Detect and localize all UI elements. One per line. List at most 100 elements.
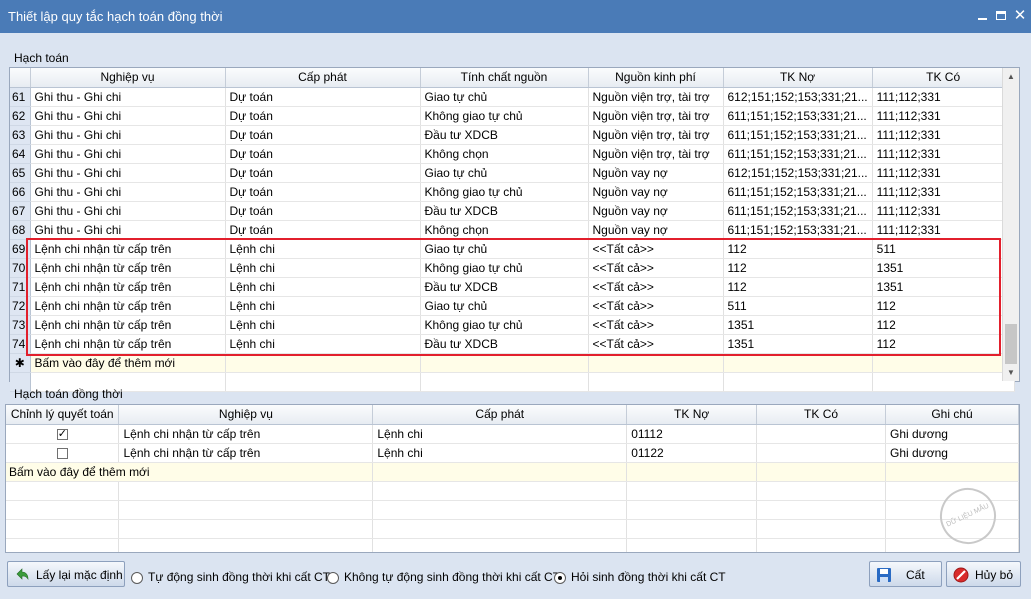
radio-button[interactable] (131, 571, 143, 584)
table-cell[interactable]: 111;112;331 (872, 182, 1015, 202)
table-cell[interactable]: Lệnh chi (225, 334, 421, 354)
close-button[interactable]: ✕ (1010, 6, 1030, 26)
table-cell[interactable]: 01112 (626, 424, 758, 444)
radio-option[interactable]: Tự động sinh đồng thời khi cất CT (131, 570, 330, 586)
table-cell[interactable]: 112 (723, 277, 873, 297)
table-cell[interactable]: 112 (872, 334, 1015, 354)
table-cell[interactable]: Lệnh chi (225, 277, 421, 297)
add-new-row-text[interactable]: Bấm vào đây để thêm mới (6, 462, 374, 482)
table-cell[interactable]: Giao tự chủ (420, 296, 589, 316)
table-cell[interactable]: Ghi thu - Ghi chi (30, 87, 226, 107)
column-header[interactable]: TK Có (872, 68, 1015, 88)
table-cell[interactable]: Ghi dương (885, 443, 1019, 463)
adjustment-cell[interactable] (6, 443, 120, 463)
table-cell[interactable]: Dự toán (225, 201, 421, 221)
table-cell[interactable]: Lệnh chi nhận từ cấp trên (30, 277, 226, 297)
table-cell[interactable]: Nguồn viện trợ, tài trợ (588, 87, 724, 107)
table-row[interactable]: 72 Lệnh chi nhận từ cấp trên Lệnh chi Giao … (10, 296, 1015, 316)
column-header[interactable]: Nghiệp vụ (118, 405, 374, 425)
radio-button[interactable] (327, 571, 339, 584)
table-cell[interactable]: 111;112;331 (872, 201, 1015, 221)
table-cell[interactable]: Dự toán (225, 163, 421, 183)
table-cell[interactable]: Dự toán (225, 87, 421, 107)
table-cell[interactable]: 112 (723, 239, 873, 259)
scroll-thumb[interactable] (1005, 324, 1017, 364)
table-cell[interactable]: Lệnh chi (372, 443, 628, 463)
table-cell[interactable]: Nguồn vay nợ (588, 182, 724, 202)
radio-option[interactable]: Hỏi sinh đồng thời khi cất CT (554, 570, 726, 586)
adjustment-cell[interactable] (6, 424, 120, 444)
table-cell[interactable]: Giao tự chủ (420, 87, 589, 107)
table-cell[interactable]: 511 (723, 296, 873, 316)
accounting-grid-scrollbar[interactable]: ▲ ▼ (1002, 68, 1019, 381)
table-cell[interactable]: 612;151;152;153;331;21... (723, 163, 873, 183)
column-header[interactable]: Nghiệp vụ (30, 68, 226, 88)
table-row[interactable]: 71 Lệnh chi nhận từ cấp trên Lệnh chi Đầu t… (10, 277, 1015, 297)
table-cell[interactable]: Không chọn (420, 144, 589, 164)
table-cell[interactable]: Giao tự chủ (420, 163, 589, 183)
table-row[interactable]: 69 Lệnh chi nhận từ cấp trên Lệnh chi Giao … (10, 239, 1015, 259)
column-header[interactable]: Nguồn kinh phí (588, 68, 724, 88)
table-cell[interactable]: Nguồn viện trợ, tài trợ (588, 125, 724, 145)
table-cell[interactable] (420, 353, 589, 373)
maximize-button[interactable] (991, 6, 1011, 26)
table-cell[interactable]: Lệnh chi nhận từ cấp trên (118, 443, 374, 463)
table-cell[interactable]: 01122 (626, 443, 758, 463)
table-cell[interactable]: Nguồn vay nợ (588, 201, 724, 221)
table-cell[interactable]: Lệnh chi (225, 258, 421, 278)
table-cell[interactable] (588, 353, 724, 373)
table-cell[interactable]: Lệnh chi nhận từ cấp trên (30, 334, 226, 354)
table-cell[interactable]: 112 (872, 315, 1015, 335)
table-cell[interactable]: <<Tất cả>> (588, 296, 724, 316)
table-cell[interactable]: <<Tất cả>> (588, 334, 724, 354)
table-row[interactable]: Lệnh chi nhận từ cấp trên Lệnh chi 01122 Gh… (6, 443, 1019, 463)
table-cell[interactable]: Ghi thu - Ghi chi (30, 163, 226, 183)
table-cell[interactable]: 611;151;152;153;331;21... (723, 201, 873, 221)
table-cell[interactable]: 111;112;331 (872, 220, 1015, 240)
table-cell[interactable]: Giao tự chủ (420, 239, 589, 259)
table-cell[interactable]: Nguồn viện trợ, tài trợ (588, 106, 724, 126)
table-cell[interactable]: <<Tất cả>> (588, 315, 724, 335)
table-row[interactable]: 70 Lệnh chi nhận từ cấp trên Lệnh chi Không… (10, 258, 1015, 278)
table-cell[interactable]: 612;151;152;153;331;21... (723, 87, 873, 107)
table-row[interactable]: Lệnh chi nhận từ cấp trênLệnh chi01112 Gh… (6, 424, 1019, 444)
table-row[interactable]: 73 Lệnh chi nhận từ cấp trên Lệnh chi Không… (10, 315, 1015, 335)
table-cell[interactable]: Lệnh chi (372, 424, 628, 444)
table-cell[interactable]: <<Tất cả>> (588, 277, 724, 297)
table-row[interactable]: 63 Ghi thu - Ghi chi Dự toán Đầu tư XDCB Ngu… (10, 125, 1015, 145)
table-cell[interactable]: 112 (872, 296, 1015, 316)
table-cell[interactable]: Không giao tự chủ (420, 106, 589, 126)
radio-option[interactable]: Không tự động sinh đồng thời khi cất CT (327, 570, 560, 586)
table-cell[interactable]: Ghi dương (885, 424, 1019, 444)
table-cell[interactable] (723, 353, 873, 373)
table-row[interactable]: 74 Lệnh chi nhận từ cấp trên Lệnh chi Đầu t… (10, 334, 1015, 354)
table-cell[interactable]: Dự toán (225, 106, 421, 126)
table-cell[interactable]: Nguồn vay nợ (588, 163, 724, 183)
table-row[interactable]: 67 Ghi thu - Ghi chi Dự toán Đầu tư XDCB Ngu… (10, 201, 1015, 221)
adjustment-checkbox[interactable] (56, 427, 68, 440)
table-cell[interactable]: 611;151;152;153;331;21... (723, 182, 873, 202)
table-cell[interactable]: Đầu tư XDCB (420, 125, 589, 145)
accounting-grid[interactable]: Nghiệp vụ Cấp phát Tính chất nguồn Nguồn ki… (9, 67, 1020, 392)
table-cell[interactable]: 111;112;331 (872, 87, 1015, 107)
table-cell[interactable]: Không giao tự chủ (420, 315, 589, 335)
table-cell[interactable] (756, 424, 886, 444)
table-cell[interactable]: Lệnh chi nhận từ cấp trên (118, 424, 374, 444)
table-cell[interactable]: Lệnh chi nhận từ cấp trên (30, 258, 226, 278)
table-cell[interactable]: Không chọn (420, 220, 589, 240)
table-cell[interactable] (756, 443, 886, 463)
table-cell[interactable]: Đầu tư XDCB (420, 334, 589, 354)
table-cell[interactable]: Dự toán (225, 182, 421, 202)
minimize-button[interactable] (972, 6, 992, 26)
column-header[interactable]: Cấp phát (372, 405, 628, 425)
table-cell[interactable]: 111;112;331 (872, 144, 1015, 164)
table-cell[interactable]: 511 (872, 239, 1015, 259)
table-cell[interactable]: <<Tất cả>> (588, 239, 724, 259)
table-cell[interactable]: 111;112;331 (872, 163, 1015, 183)
table-cell[interactable]: Lệnh chi (225, 315, 421, 335)
table-cell[interactable]: Ghi thu - Ghi chi (30, 182, 226, 202)
column-header[interactable]: TK Có (756, 405, 886, 425)
table-cell[interactable]: Dự toán (225, 220, 421, 240)
table-cell[interactable]: Không giao tự chủ (420, 258, 589, 278)
table-cell[interactable]: 112 (723, 258, 873, 278)
